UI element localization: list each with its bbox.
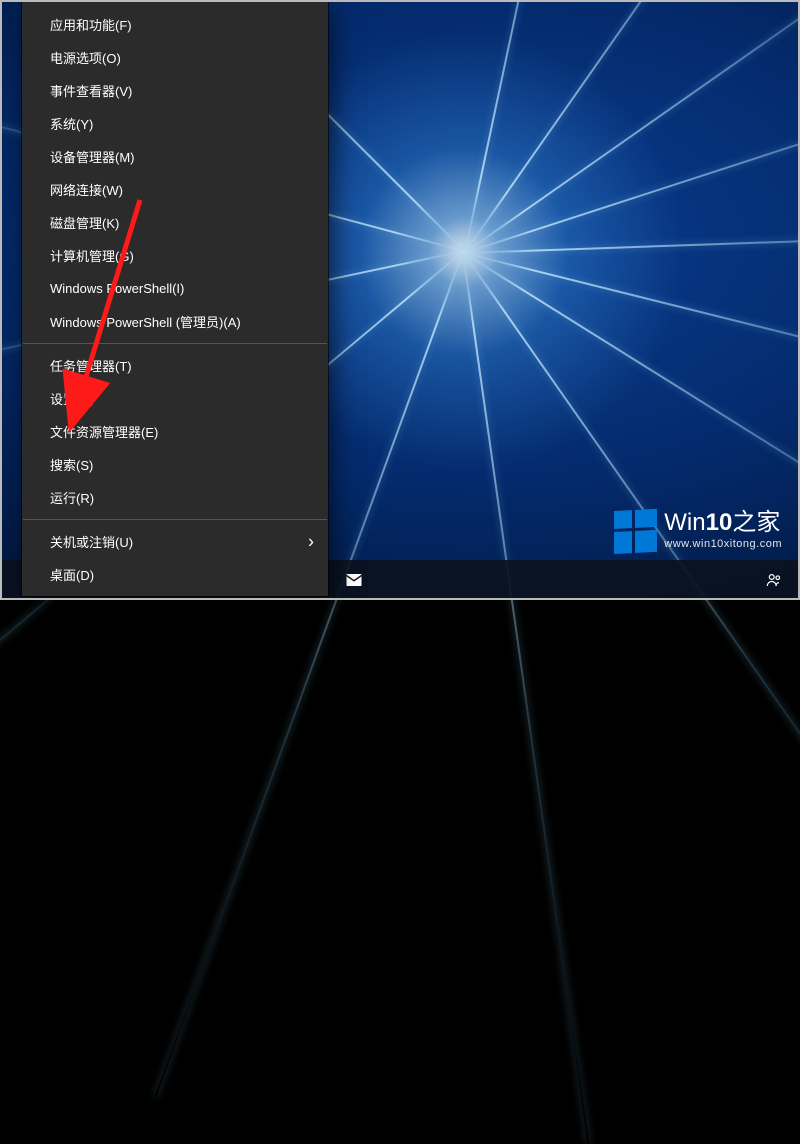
- menu-item-search[interactable]: 搜索(S): [22, 448, 328, 481]
- menu-item-file-explorer[interactable]: 文件资源管理器(E): [22, 415, 328, 448]
- menu-separator: [23, 343, 327, 344]
- taskbar-people-button[interactable]: [754, 560, 794, 600]
- menu-separator: [23, 519, 327, 520]
- menu-item-power-options[interactable]: 电源选项(O): [22, 41, 328, 74]
- menu-item-powershell[interactable]: Windows PowerShell(I): [22, 272, 328, 305]
- menu-item-label: 关机或注销(U): [50, 532, 133, 551]
- winx-context-menu: 应用和功能(F) 电源选项(O) 事件查看器(V) 系统(Y) 设备管理器(M) 网络连接…: [22, 2, 328, 596]
- menu-item-label: 应用和功能(F): [50, 15, 132, 34]
- menu-item-label: 设置(N): [50, 389, 94, 408]
- watermark-title: Win10之家: [664, 511, 782, 535]
- menu-item-label: 运行(R): [50, 488, 94, 507]
- menu-item-label: Windows PowerShell(I): [50, 281, 184, 296]
- menu-item-settings[interactable]: 设置(N): [22, 382, 328, 415]
- menu-item-apps-features[interactable]: 应用和功能(F): [22, 8, 328, 41]
- menu-item-label: 磁盘管理(K): [50, 213, 119, 232]
- menu-item-label: 系统(Y): [50, 114, 93, 133]
- menu-item-device-manager[interactable]: 设备管理器(M): [22, 140, 328, 173]
- menu-item-powershell-admin[interactable]: Windows PowerShell (管理员)(A): [22, 305, 328, 338]
- menu-item-label: 桌面(D): [50, 565, 94, 584]
- menu-item-desktop[interactable]: 桌面(D): [22, 558, 328, 591]
- menu-item-computer-management[interactable]: 计算机管理(G): [22, 239, 328, 272]
- menu-item-label: 计算机管理(G): [50, 246, 134, 265]
- menu-item-label: 任务管理器(T): [50, 356, 132, 375]
- menu-item-label: 设备管理器(M): [50, 147, 135, 166]
- chevron-right-icon: ›: [308, 531, 314, 552]
- watermark: Win10之家 www.win10xitong.com: [614, 510, 782, 550]
- menu-item-label: 网络连接(W): [50, 180, 123, 199]
- menu-item-disk-management[interactable]: 磁盘管理(K): [22, 206, 328, 239]
- menu-item-task-manager[interactable]: 任务管理器(T): [22, 349, 328, 382]
- menu-item-label: 文件资源管理器(E): [50, 422, 158, 441]
- menu-item-label: Windows PowerShell (管理员)(A): [50, 312, 241, 331]
- menu-item-label: 搜索(S): [50, 455, 93, 474]
- menu-item-label: 事件查看器(V): [50, 81, 132, 100]
- menu-item-shutdown-signout[interactable]: 关机或注销(U) ›: [22, 525, 328, 558]
- menu-item-label: 电源选项(O): [50, 48, 121, 67]
- menu-item-event-viewer[interactable]: 事件查看器(V): [22, 74, 328, 107]
- menu-item-network-connections[interactable]: 网络连接(W): [22, 173, 328, 206]
- taskbar-mail-button[interactable]: [330, 560, 378, 600]
- menu-item-system[interactable]: 系统(Y): [22, 107, 328, 140]
- menu-item-run[interactable]: 运行(R): [22, 481, 328, 514]
- people-icon: [765, 571, 783, 589]
- mail-icon: [345, 571, 363, 589]
- windows-logo-icon: [614, 509, 654, 551]
- watermark-url: www.win10xitong.com: [664, 539, 782, 550]
